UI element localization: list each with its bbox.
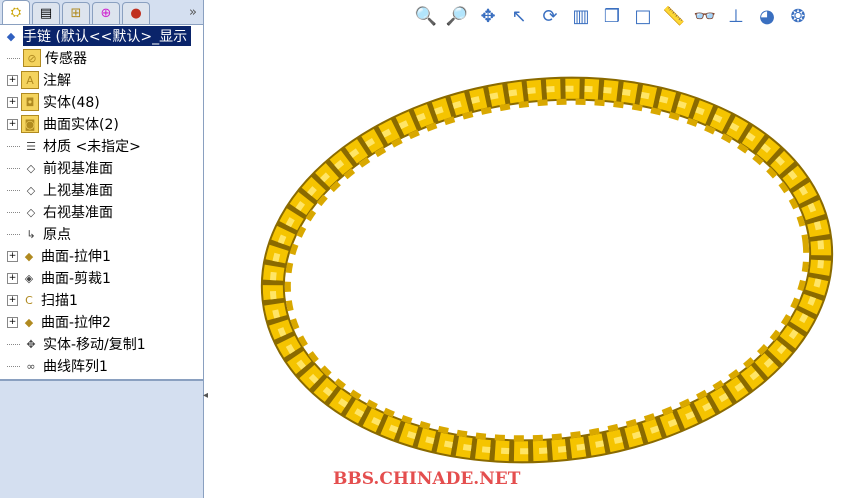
section-view-icon[interactable]: ▥: [569, 4, 593, 28]
chain-bracelet-model: [260, 76, 834, 464]
hide-show-icon[interactable]: 👓: [693, 4, 717, 28]
zoom-to-area-icon[interactable]: 🔎: [445, 4, 469, 28]
expand-toggle[interactable]: +: [7, 74, 18, 86]
tree-item-label: 曲面-拉伸2: [41, 315, 111, 331]
tree-item[interactable]: ☰ 材质 <未指定>: [0, 135, 203, 157]
tree-item[interactable]: ↳ 原点: [0, 223, 203, 245]
tree-item-label: 前视基准面: [43, 161, 113, 177]
part-icon: ◆: [6, 29, 16, 43]
tree-item[interactable]: ∞ 曲线阵列1: [0, 355, 203, 377]
apply-scene-icon[interactable]: ⊥: [724, 4, 748, 28]
tree-item-label: 右视基准面: [43, 205, 113, 221]
tab-display-manager[interactable]: ●: [122, 2, 150, 24]
tree-item-label: 曲面-剪裁1: [41, 271, 111, 287]
tree-item[interactable]: ◇ 前视基准面: [0, 157, 203, 179]
tree-item[interactable]: + A 注解: [0, 69, 203, 91]
view-orientation-icon[interactable]: ❒: [600, 4, 624, 28]
tree-item[interactable]: + C 扫描1: [0, 289, 203, 311]
tree-item-label: 实体-移动/复制1: [43, 337, 146, 353]
tree-item-label: 实体(48): [43, 95, 100, 111]
panel-splitter[interactable]: ◂: [203, 390, 211, 420]
viewport-3d[interactable]: [212, 40, 861, 498]
plane-icon: ◇: [26, 205, 36, 219]
expand-toggle[interactable]: +: [7, 250, 18, 262]
tree-item-label: 传感器: [45, 51, 87, 67]
material-icon: ☰: [26, 139, 36, 153]
feature-manager-panel: ⛭ ▤ ⊞ ⊕ ● » ◆ 手链 (默认<<默认>_显示 ⊘ 传感器 + A 注解 + ◘ 实体…: [0, 0, 208, 498]
tab-property-manager[interactable]: ▤: [32, 2, 60, 24]
surface-bodies-icon: ◙: [21, 115, 39, 133]
dimxpert-icon: ⊕: [100, 6, 112, 21]
expand-toggle[interactable]: +: [7, 96, 18, 108]
previous-view-icon[interactable]: ↖: [507, 4, 531, 28]
tab-configuration-manager[interactable]: ⊞: [62, 2, 90, 24]
tree-item-label: 上视基准面: [43, 183, 113, 199]
plane-icon: ◇: [26, 161, 36, 175]
feature-manager-icon: ⛭: [10, 5, 22, 20]
more-tabs-button[interactable]: »: [189, 5, 197, 20]
property-manager-icon: ▤: [39, 6, 53, 21]
tree-item-label: 曲面-拉伸1: [41, 249, 111, 265]
tree-item-label: 材质 <未指定>: [43, 139, 141, 155]
expand-toggle[interactable]: +: [7, 316, 18, 328]
annotation-icon: A: [21, 71, 39, 89]
part-name: 手链 (默认<<默认>_显示: [23, 26, 192, 46]
rotate-icon[interactable]: ⟳: [538, 4, 562, 28]
configuration-manager-icon: ⊞: [70, 6, 82, 21]
surface-extrude-icon: ◆: [24, 315, 34, 329]
tree-item-label: 曲面实体(2): [43, 117, 119, 133]
tree-line: [7, 145, 20, 147]
pan-icon[interactable]: ✥: [476, 4, 500, 28]
tree-root[interactable]: ◆ 手链 (默认<<默认>_显示: [0, 25, 203, 47]
tree-item[interactable]: + ◘ 实体(48): [0, 91, 203, 113]
display-manager-icon: ●: [130, 6, 142, 21]
zoom-to-fit-icon[interactable]: 🔍: [414, 4, 438, 28]
solid-bodies-icon: ◘: [21, 93, 39, 111]
surface-extrude-icon: ◆: [24, 249, 34, 263]
feature-tree: ◆ 手链 (默认<<默认>_显示 ⊘ 传感器 + A 注解 + ◘ 实体(48) + ◙ 曲面实体(2…: [0, 25, 203, 381]
plane-icon: ◇: [26, 183, 36, 197]
tree-item[interactable]: ⊘ 传感器: [0, 47, 203, 69]
curve-pattern-icon: ∞: [26, 359, 36, 373]
heads-up-toolbar: 🔍 🔎 ✥ ↖ ⟳ ▥ ❒ □ 📏 👓 ⊥ ◕ ❂: [414, 4, 810, 28]
tree-item[interactable]: + ◈ 曲面-剪裁1: [0, 267, 203, 289]
tree-item[interactable]: + ◆ 曲面-拉伸1: [0, 245, 203, 267]
tree-line: [7, 167, 20, 169]
tree-item[interactable]: ✥ 实体-移动/复制1: [0, 333, 203, 355]
tree-item[interactable]: ◇ 右视基准面: [0, 201, 203, 223]
expand-toggle[interactable]: +: [7, 118, 18, 130]
tree-item-label: 曲线阵列1: [43, 359, 108, 375]
tree-item-label: 注解: [43, 73, 71, 89]
measure-icon[interactable]: 📏: [662, 4, 686, 28]
panel-tabs: ⛭ ▤ ⊞ ⊕ ● »: [0, 0, 203, 25]
tree-item[interactable]: ◇ 上视基准面: [0, 179, 203, 201]
tree-item-label: 原点: [43, 227, 71, 243]
tree-line: [7, 343, 20, 345]
tab-feature-manager[interactable]: ⛭: [2, 0, 30, 24]
tree-item[interactable]: + ◆ 曲面-拉伸2: [0, 311, 203, 333]
tab-dimxpert-manager[interactable]: ⊕: [92, 2, 120, 24]
tree-item-label: 扫描1: [41, 293, 78, 309]
tree-item[interactable]: + ◙ 曲面实体(2): [0, 113, 203, 135]
tree-line: [7, 211, 20, 213]
expand-toggle[interactable]: +: [7, 272, 18, 284]
watermark: BBS.CHINADE.NET: [333, 469, 521, 489]
expand-toggle[interactable]: +: [7, 294, 18, 306]
tree-line: [7, 57, 20, 59]
tree-line: [7, 233, 20, 235]
tree-line: [7, 189, 20, 191]
sensor-icon: ⊘: [23, 49, 41, 67]
tree-line: [7, 365, 20, 367]
appearance-icon[interactable]: ◕: [755, 4, 779, 28]
surface-trim-icon: ◈: [24, 271, 34, 285]
display-style-icon[interactable]: □: [631, 4, 655, 28]
origin-icon: ↳: [26, 227, 36, 241]
sweep-icon: C: [25, 293, 33, 307]
render-tools-icon[interactable]: ❂: [786, 4, 810, 28]
move-copy-icon: ✥: [26, 337, 36, 351]
